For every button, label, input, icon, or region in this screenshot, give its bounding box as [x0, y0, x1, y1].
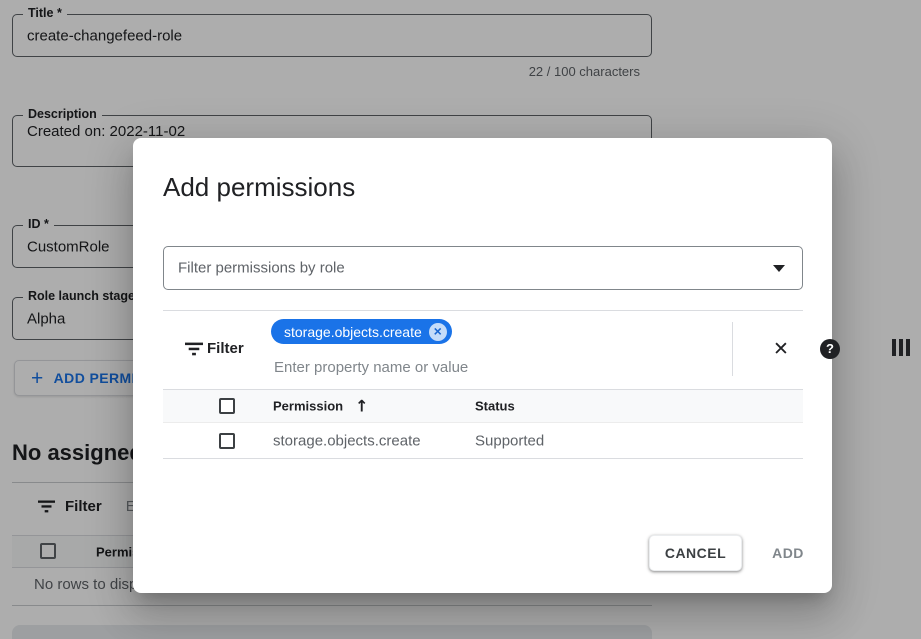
status-cell: Supported [475, 432, 544, 449]
sort-ascending-icon[interactable]: ↑ [355, 397, 368, 416]
role-select-placeholder: Filter permissions by role [178, 260, 345, 277]
filter-chip-label: storage.objects.create [284, 324, 422, 340]
clear-filter-icon[interactable]: ✕ [770, 338, 792, 360]
filter-input[interactable]: Enter property name or value [274, 359, 468, 376]
row-checkbox[interactable] [219, 433, 235, 449]
add-permissions-dialog: Add permissions Filter permissions by ro… [133, 138, 832, 593]
dropdown-arrow-icon [773, 265, 785, 272]
help-icon[interactable]: ? [820, 339, 840, 359]
table-row[interactable]: storage.objects.create Supported [163, 423, 803, 459]
select-all-checkbox[interactable] [219, 398, 235, 414]
toolbar-divider [732, 322, 733, 376]
permission-column-header[interactable]: Permission ↑ [273, 397, 369, 416]
add-button[interactable]: ADD [758, 535, 818, 571]
filter-label: Filter [207, 340, 244, 357]
filter-chip[interactable]: storage.objects.create × [271, 319, 452, 344]
column-display-options-icon[interactable] [892, 339, 910, 356]
status-column-header[interactable]: Status [475, 399, 515, 414]
divider [163, 310, 803, 311]
filter-permissions-by-role-select[interactable]: Filter permissions by role [163, 246, 803, 290]
permissions-table-header: Permission ↑ Status [163, 389, 803, 423]
remove-chip-icon[interactable]: × [429, 323, 447, 341]
cancel-button[interactable]: CANCEL [649, 535, 742, 571]
dialog-title: Add permissions [163, 172, 355, 203]
permission-cell: storage.objects.create [273, 432, 421, 449]
filter-list-icon [185, 342, 203, 356]
